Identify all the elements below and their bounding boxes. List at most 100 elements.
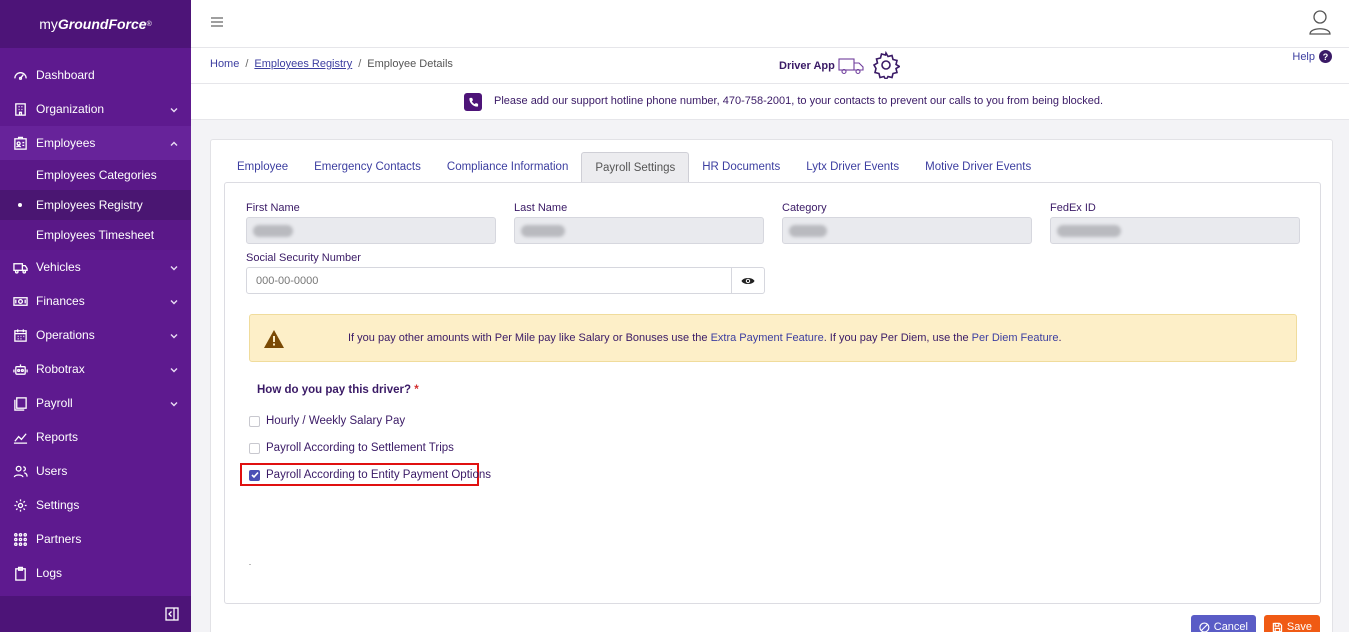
sidebar-item-employees-categories[interactable]: Employees Categories (0, 160, 191, 190)
tab-payroll-settings[interactable]: Payroll Settings (581, 152, 690, 182)
sidebar-item-label: Employees Registry (36, 198, 143, 212)
brand-logo[interactable]: my GroundForce ® (0, 0, 191, 48)
gear-icon (12, 497, 28, 513)
sidebar-footer (0, 596, 191, 632)
checkbox-checked[interactable] (249, 469, 260, 481)
tab-label: Lytx Driver Events (806, 161, 900, 173)
sidebar-item-employees-registry[interactable]: Employees Registry (0, 190, 191, 220)
tab-label: Emergency Contacts (314, 161, 421, 173)
extra-payment-feature-link[interactable]: Extra Payment Feature (711, 332, 824, 344)
help-link[interactable]: Help? (1292, 50, 1332, 63)
help-label: Help (1292, 50, 1315, 63)
option-entity-payment-options[interactable]: Payroll According to Entity Payment Opti… (249, 465, 491, 485)
help-icon: ? (1319, 50, 1332, 63)
sidebar-item-employees-timesheet[interactable]: Employees Timesheet (0, 220, 191, 250)
alert-text: . If you pay Per Diem, use the (823, 332, 972, 344)
fedex-id-input (1050, 217, 1300, 244)
sidebar-item-users[interactable]: Users (0, 454, 191, 488)
sidebar-item-label: Employees Timesheet (36, 228, 155, 242)
per-diem-feature-link[interactable]: Per Diem Feature (972, 332, 1059, 344)
chevron-down-icon (169, 398, 179, 408)
brand-name: GroundForce (57, 16, 147, 32)
id-card-icon (12, 135, 28, 151)
sidebar-item-label: Settings (36, 498, 80, 512)
first-name-input (246, 217, 496, 244)
ssn-field: Social Security Number 000-00-0000 (246, 252, 765, 294)
breadcrumb-home-link[interactable]: Home (210, 58, 239, 70)
ssn-label: Social Security Number (246, 252, 361, 264)
clipboard-icon (12, 565, 28, 581)
tab-label: HR Documents (702, 161, 781, 173)
sidebar-item-reports[interactable]: Reports (0, 420, 191, 454)
fedex-id-label: FedEx ID (1050, 202, 1096, 214)
sidebar-item-vehicles[interactable]: Vehicles (0, 250, 191, 284)
dashboard-icon (12, 67, 28, 83)
users-icon (12, 463, 28, 479)
sidebar-item-organization[interactable]: Organization (0, 92, 191, 126)
first-name-label: First Name (246, 202, 300, 214)
sidebar-item-operations[interactable]: Operations (0, 318, 191, 352)
sidebar-item-label: Dashboard (36, 68, 95, 82)
sidebar-item-payroll[interactable]: Payroll (0, 386, 191, 420)
sidebar-item-label: Organization (36, 102, 105, 116)
payroll-icon (12, 395, 28, 411)
chevron-down-icon (169, 296, 179, 306)
sidebar-item-dashboard[interactable]: Dashboard (0, 58, 191, 92)
driver-app-settings-icon[interactable] (872, 50, 901, 82)
truck-icon[interactable] (838, 55, 864, 78)
robot-icon (12, 361, 28, 377)
sidebar-item-robotrax[interactable]: Robotrax (0, 352, 191, 386)
option-label: Payroll According to Entity Payment Opti… (266, 469, 491, 481)
sidebar-nav: Dashboard Organization Employees (0, 48, 191, 160)
pay-method-question-label: How do you pay this driver? (257, 384, 411, 396)
last-name-label: Last Name (514, 202, 568, 214)
driver-app-label: Driver App (779, 60, 835, 72)
sidebar-item-partners[interactable]: Partners (0, 522, 191, 556)
grid-icon (12, 531, 28, 547)
sidebar-item-label: Employees Categories (36, 168, 157, 182)
sidebar-item-settings[interactable]: Settings (0, 488, 191, 522)
breadcrumb-current: Employee Details (367, 58, 453, 70)
sidebar-item-label: Robotrax (36, 362, 85, 376)
user-profile-icon[interactable] (1309, 9, 1331, 35)
collapse-sidebar-icon[interactable] (165, 607, 179, 621)
save-icon (1272, 622, 1283, 632)
sidebar-item-employees[interactable]: Employees (0, 126, 191, 160)
sidebar-item-label: Users (36, 464, 68, 478)
ssn-placeholder: 000-00-0000 (256, 274, 319, 287)
tab-compliance-information[interactable]: Compliance Information (434, 152, 581, 182)
sidebar-item-finances[interactable]: Finances (0, 284, 191, 318)
hamburger-menu-icon[interactable] (210, 16, 224, 28)
chevron-down-icon (169, 330, 179, 340)
option-label: Hourly / Weekly Salary Pay (266, 415, 406, 427)
last-name-input (514, 217, 764, 244)
save-button[interactable]: Save (1264, 615, 1320, 632)
sidebar: my GroundForce ® Dashboard Organization Em… (0, 0, 191, 632)
phone-icon (464, 93, 482, 111)
support-notice: Please add our support hotline phone num… (191, 84, 1349, 120)
option-settlement-trips[interactable]: Payroll According to Settlement Trips (249, 438, 454, 458)
tab-employee[interactable]: Employee (224, 152, 301, 182)
checkbox-unchecked[interactable] (249, 442, 260, 454)
tab-label: Motive Driver Events (925, 161, 1032, 173)
top-bar (191, 0, 1349, 48)
tab-lytx-driver-events[interactable]: Lytx Driver Events (793, 152, 912, 182)
sidebar-item-label: Finances (36, 294, 85, 308)
tab-emergency-contacts[interactable]: Emergency Contacts (301, 152, 434, 182)
cancel-icon (1199, 621, 1210, 632)
checkbox-unchecked[interactable] (249, 415, 260, 427)
sidebar-item-logs[interactable]: Logs (0, 556, 191, 590)
tab-motive-driver-events[interactable]: Motive Driver Events (912, 152, 1044, 182)
show-ssn-eye-icon[interactable] (732, 267, 765, 294)
chevron-up-icon (169, 138, 179, 148)
redacted-value (789, 225, 827, 237)
breadcrumb: Home / Employees Registry / Employee Details (210, 58, 453, 70)
cancel-button[interactable]: Cancel (1191, 615, 1256, 632)
option-hourly-weekly-salary[interactable]: Hourly / Weekly Salary Pay (249, 411, 405, 431)
ssn-input[interactable]: 000-00-0000 (246, 267, 732, 294)
first-name-field: First Name (246, 202, 496, 244)
truck-icon (12, 259, 28, 275)
breadcrumb-registry-link[interactable]: Employees Registry (254, 58, 352, 70)
brand-mark: ® (146, 20, 152, 28)
tab-hr-documents[interactable]: HR Documents (689, 152, 793, 182)
